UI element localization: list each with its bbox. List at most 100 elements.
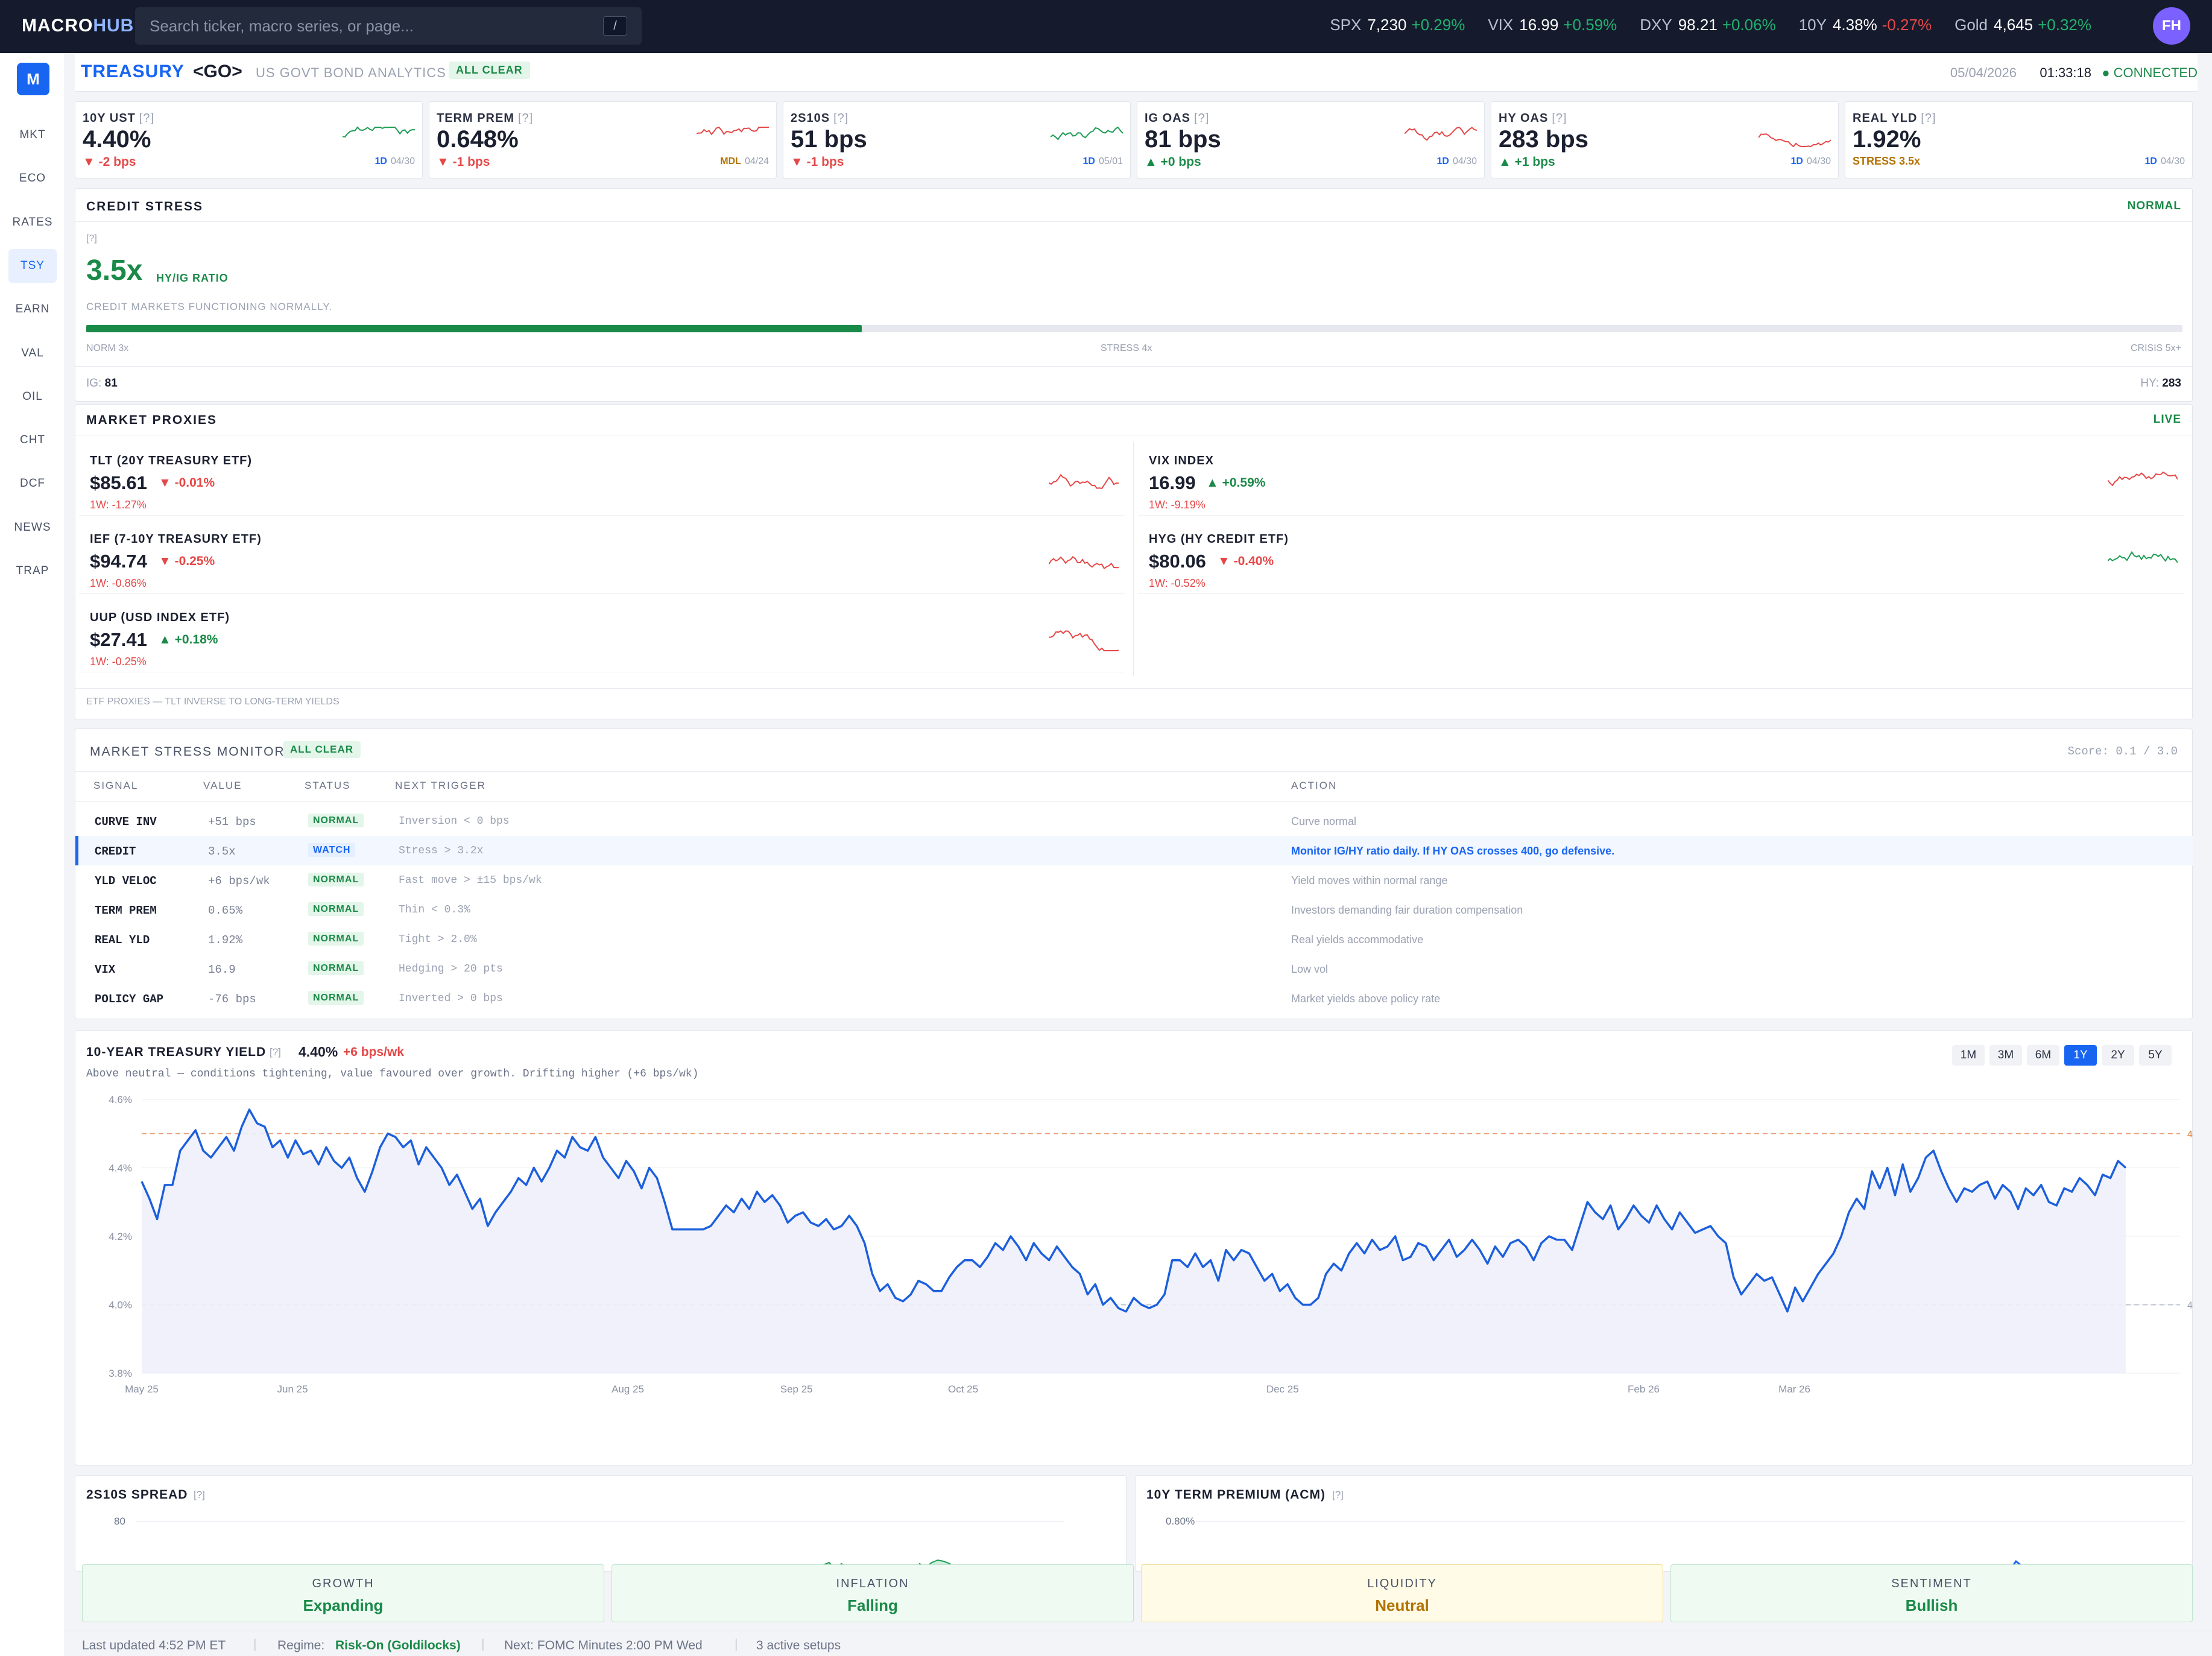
user-avatar[interactable]: FH xyxy=(2153,7,2190,45)
x-tick-label: May 25 xyxy=(125,1383,159,1395)
range-1m[interactable]: 1M xyxy=(1952,1045,1985,1066)
ticker-vix[interactable]: VIX 16.99 +0.59% xyxy=(1488,16,1617,34)
kpi-card-real-yld[interactable]: REAL YLD [?] 1.92% STRESS 3.5x 1D 04/30 xyxy=(1845,101,2193,179)
stress-signal: YLD VELOC xyxy=(95,874,157,888)
ticker-10y[interactable]: 10Y 4.38% -0.27% xyxy=(1799,16,1932,34)
search-input[interactable]: Search ticker, macro series, or page... … xyxy=(135,7,642,45)
stress-col-next-trigger: NEXT TRIGGER xyxy=(395,780,486,791)
help-icon[interactable]: [?] xyxy=(1552,112,1567,125)
help-icon[interactable]: [?] xyxy=(139,112,154,125)
yield-line-chart[interactable]: 4.6% 4.4% 4.2% 4.0% 3.8% 4 4 May 25 Jun 25 Aug 25… xyxy=(75,1091,2193,1441)
spread-help-icon[interactable]: [?] xyxy=(194,1489,205,1501)
ticker-change: +0.06% xyxy=(1722,16,1776,34)
kpi-label: HY OAS [?] xyxy=(1499,112,1567,125)
proxy-tlt[interactable]: TLT (20Y TREASURY ETF) $85.61 ▼ -0.01% 1W: … xyxy=(75,437,1125,516)
range-5y[interactable]: 5Y xyxy=(2139,1045,2172,1066)
regime-card-label: GROWTH xyxy=(312,1577,374,1590)
range-3m[interactable]: 3M xyxy=(1989,1045,2022,1066)
help-icon[interactable]: [?] xyxy=(518,112,533,125)
stress-row[interactable]: YLD VELOC +6 bps/wk NORMAL Fast move > ±15 … xyxy=(75,865,2193,895)
proxy-price: $94.74 xyxy=(90,551,147,572)
ticker-gold[interactable]: Gold 4,645 +0.32% xyxy=(1954,16,2091,34)
proxy-name: VIX INDEX xyxy=(1149,454,1214,467)
help-icon[interactable]: [?] xyxy=(1921,112,1936,125)
stress-row[interactable]: CURVE INV +51 bps NORMAL Inversion < 0 bps C… xyxy=(75,806,2193,836)
help-icon[interactable]: [?] xyxy=(833,112,848,125)
proxy-price: 16.99 xyxy=(1149,472,1196,493)
scale-stress-label: STRESS 4x xyxy=(1101,343,1152,353)
page-title: TREASURY xyxy=(81,62,185,81)
sidebar-item-dcf[interactable]: DCF xyxy=(8,467,57,501)
term-premium-chart-title: 10Y TERM PREMIUM (ACM) xyxy=(1146,1488,1326,1502)
kpi-card-ig-oas[interactable]: IG OAS [?] 81 bps ▲ +0 bps 1D 04/30 xyxy=(1137,101,1485,179)
yield-help-icon[interactable]: [?] xyxy=(270,1046,281,1058)
term-premium-chart-panel: 10Y TERM PREMIUM (ACM) [?] 0.80% xyxy=(1135,1475,2193,1572)
sidebar-item-trap[interactable]: TRAP xyxy=(8,554,57,588)
sidebar-item-rates[interactable]: RATES xyxy=(8,206,57,239)
kpi-value: 283 bps xyxy=(1499,126,1588,153)
regime-card-sentiment[interactable]: SENTIMENT Bullish xyxy=(1670,1564,2193,1622)
proxy-ief[interactable]: IEF (7-10Y TREASURY ETF) $94.74 ▼ -0.25% 1W… xyxy=(75,516,1125,594)
sidebar-item-tsy[interactable]: TSY xyxy=(8,248,57,283)
sidebar-item-earn[interactable]: EARN xyxy=(8,292,57,326)
stress-trigger: Tight > 2.0% xyxy=(399,934,477,946)
kpi-card-2s10s[interactable]: 2S10S [?] 51 bps ▼ -1 bps 1D 05/01 xyxy=(783,101,1131,179)
proxy-sparkline xyxy=(1049,556,1119,570)
kpi-cards: 10Y UST [?] 4.40% ▼ -2 bps 1D 04/30 TERM PREM[… xyxy=(75,101,2193,180)
stress-row[interactable]: CREDIT 3.5x WATCH Stress > 3.2x Monitor IG/H… xyxy=(75,836,2193,865)
kpi-card-term-prem[interactable]: TERM PREM [?] 0.648% ▼ -1 bps MDL 04/24 xyxy=(429,101,777,179)
stress-monitor-title: MARKET STRESS MONITOR xyxy=(90,745,285,759)
ticker-change: +0.59% xyxy=(1563,16,1617,34)
kpi-card-10y-ust[interactable]: 10Y UST [?] 4.40% ▼ -2 bps 1D 04/30 xyxy=(75,101,423,179)
ticker-spx[interactable]: SPX 7,230 +0.29% xyxy=(1330,16,1465,34)
header-date: 05/04/2026 xyxy=(1950,65,2017,80)
sidebar-item-oil[interactable]: OIL xyxy=(8,380,57,414)
regime-card-growth[interactable]: GROWTH Expanding xyxy=(82,1564,604,1622)
x-tick-label: Jun 25 xyxy=(277,1383,308,1395)
stress-trigger: Stress > 3.2x xyxy=(399,845,484,857)
sidebar-item-cht[interactable]: CHT xyxy=(8,423,57,457)
proxy-hyg[interactable]: HYG (HY CREDIT ETF) $80.06 ▼ -0.40% 1W: -0.… xyxy=(1134,516,2184,594)
kpi-change: ▼ -1 bps xyxy=(791,155,844,169)
stress-monitor-panel: MARKET STRESS MONITOR ALL CLEAR Score: 0… xyxy=(75,728,2193,1019)
ticker-strip: SPX 7,230 +0.29% VIX 16.99 +0.59% DXY 98.21 +0.0… xyxy=(1330,16,2091,34)
scale-norm-label: NORM 3x xyxy=(86,343,129,353)
stress-row[interactable]: REAL YLD 1.92% NORMAL Tight > 2.0% Real yiel… xyxy=(75,924,2193,954)
term-premium-help-icon[interactable]: [?] xyxy=(1332,1489,1344,1501)
header-time: 01:33:18 xyxy=(2040,65,2091,80)
x-tick-label: Feb 26 xyxy=(1628,1383,1660,1395)
stress-trigger: Inversion < 0 bps xyxy=(399,815,510,827)
proxy-uup[interactable]: UUP (USD INDEX ETF) $27.41 ▲ +0.18% 1W: -0.… xyxy=(75,594,1125,672)
kpi-footer: 1D 05/01 xyxy=(1083,156,1123,167)
proxy-vix[interactable]: VIX INDEX 16.99 ▲ +0.59% 1W: -9.19% xyxy=(1134,437,2184,516)
ticker-change: +0.32% xyxy=(2038,16,2091,34)
sidebar-item-mkt[interactable]: MKT xyxy=(8,118,57,152)
sidebar-item-val[interactable]: VAL xyxy=(8,337,57,370)
app-logo[interactable]: MACROHUB xyxy=(22,16,134,36)
stress-row[interactable]: VIX 16.9 NORMAL Hedging > 20 pts Low vol xyxy=(75,954,2193,984)
help-icon[interactable]: [?] xyxy=(1194,112,1209,125)
x-tick-label: Dec 25 xyxy=(1266,1383,1299,1395)
kpi-card-hy-oas[interactable]: HY OAS [?] 283 bps ▲ +1 bps 1D 04/30 xyxy=(1491,101,1839,179)
range-1y[interactable]: 1Y xyxy=(2064,1045,2097,1066)
market-proxies-panel: MARKET PROXIES LIVE TLT (20Y TREASURY ET… xyxy=(75,404,2193,720)
regime-card-liquidity[interactable]: LIQUIDITY Neutral xyxy=(1141,1564,1663,1622)
sidebar-logo[interactable]: M xyxy=(17,63,49,95)
regime-card-inflation[interactable]: INFLATION Falling xyxy=(611,1564,1134,1622)
kpi-label: REAL YLD [?] xyxy=(1853,112,1936,125)
proxy-change: ▼ -0.40% xyxy=(1218,554,1274,568)
stress-row[interactable]: TERM PREM 0.65% NORMAL Thin < 0.3% Investors… xyxy=(75,895,2193,924)
go-command[interactable]: <GO> xyxy=(193,62,242,82)
proxy-change: ▼ -0.01% xyxy=(159,476,215,490)
stress-row[interactable]: POLICY GAP -76 bps NORMAL Inverted > 0 bps M… xyxy=(75,984,2193,1013)
proxy-sparkline xyxy=(2108,471,2178,487)
credit-help-icon[interactable]: [?] xyxy=(86,233,97,244)
stress-signal: CREDIT xyxy=(95,845,136,858)
range-2y[interactable]: 2Y xyxy=(2102,1045,2134,1066)
yield-weekly-change: +6 bps/wk xyxy=(343,1045,404,1059)
range-6m[interactable]: 6M xyxy=(2027,1045,2059,1066)
ticker-dxy[interactable]: DXY 98.21 +0.06% xyxy=(1640,16,1775,34)
ticker-value: 98.21 xyxy=(1678,16,1717,34)
sidebar-item-news[interactable]: NEWS xyxy=(8,511,57,545)
sidebar-item-eco[interactable]: ECO xyxy=(8,162,57,195)
